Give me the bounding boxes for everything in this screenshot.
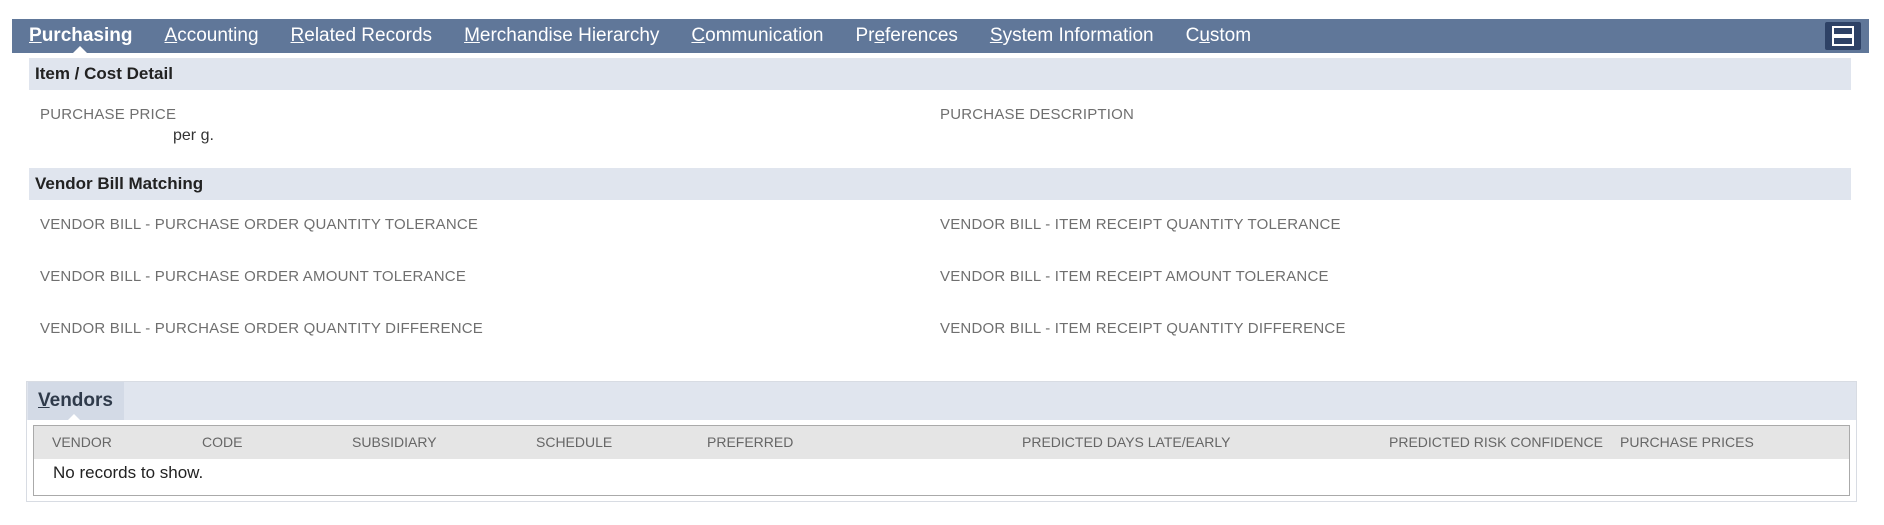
column-header-predicted-days-late-early[interactable]: PREDICTED DAYS LATE/EARLY bbox=[1022, 426, 1231, 459]
tab-purchasing[interactable]: Purchasing bbox=[12, 19, 149, 53]
tab-accounting[interactable]: Accounting bbox=[149, 19, 275, 53]
tab-preferences[interactable]: Preferences bbox=[839, 19, 973, 53]
tab-communication[interactable]: Communication bbox=[675, 19, 839, 53]
vendors-table: VENDOR CODE SUBSIDIARY SCHEDULE PREFERRE… bbox=[33, 425, 1850, 496]
column-header-code[interactable]: CODE bbox=[202, 426, 242, 459]
vb-po-amount-tolerance-label: VENDOR BILL - PURCHASE ORDER AMOUNT TOLE… bbox=[40, 268, 467, 285]
vb-ir-amount-tolerance-label: VENDOR BILL - ITEM RECEIPT AMOUNT TOLERA… bbox=[940, 268, 1329, 285]
tab-label-post: erchandise Hierarchy bbox=[479, 25, 660, 46]
layout-rows-icon bbox=[1832, 26, 1854, 46]
vendors-empty-message: No records to show. bbox=[53, 463, 204, 482]
tab-label-pre: C bbox=[1185, 25, 1200, 46]
tab-label-accesskey: u bbox=[1199, 25, 1210, 46]
vb-ir-quantity-tolerance-label: VENDOR BILL - ITEM RECEIPT QUANTITY TOLE… bbox=[940, 216, 1341, 233]
vendors-sublist-header bbox=[27, 382, 1856, 420]
tab-merchandise-hierarchy[interactable]: Merchandise Hierarchy bbox=[448, 19, 675, 53]
tab-label-accesskey: S bbox=[989, 25, 1003, 46]
tab-related-records[interactable]: Related Records bbox=[275, 19, 449, 53]
tab-label-accesskey: C bbox=[691, 25, 706, 46]
tab-label-post: ommunication bbox=[705, 25, 824, 46]
tab-label-accesskey: V bbox=[38, 390, 50, 411]
vb-po-quantity-tolerance-label: VENDOR BILL - PURCHASE ORDER QUANTITY TO… bbox=[40, 216, 479, 233]
purchase-price-label: PURCHASE PRICE bbox=[40, 106, 177, 123]
tab-vendors[interactable]: Vendors bbox=[28, 382, 124, 420]
tab-label-post: stom bbox=[1209, 25, 1252, 46]
column-header-purchase-prices[interactable]: PURCHASE PRICES bbox=[1620, 426, 1754, 459]
tab-label-post: elated Records bbox=[304, 25, 433, 46]
tab-label-accesskey: M bbox=[464, 25, 480, 46]
column-header-subsidiary[interactable]: SUBSIDIARY bbox=[352, 426, 437, 459]
tab-label-post: urchasing bbox=[41, 25, 133, 46]
tab-label-accesskey: A bbox=[164, 25, 178, 46]
vb-ir-quantity-difference-label: VENDOR BILL - ITEM RECEIPT QUANTITY DIFF… bbox=[940, 320, 1346, 337]
tab-label-accesskey: R bbox=[290, 25, 305, 46]
column-header-schedule[interactable]: SCHEDULE bbox=[536, 426, 612, 459]
purchase-price-unit: per g. bbox=[173, 127, 214, 144]
subtab-bar: Purchasing Accounting Related Records Me… bbox=[12, 19, 1869, 53]
purchase-description-label: PURCHASE DESCRIPTION bbox=[940, 106, 1135, 123]
subtab-layout-toggle-button[interactable] bbox=[1825, 22, 1861, 50]
section-header-item-cost-detail: Item / Cost Detail bbox=[29, 58, 1851, 90]
column-header-predicted-risk-confidence[interactable]: PREDICTED RISK CONFIDENCE bbox=[1389, 426, 1603, 459]
column-header-preferred[interactable]: PREFERRED bbox=[707, 426, 793, 459]
tab-label-post: endors bbox=[49, 390, 113, 411]
tab-system-information[interactable]: System Information bbox=[974, 19, 1170, 53]
tab-label-post: ferences bbox=[885, 25, 958, 46]
tab-label-pre: Pr bbox=[855, 25, 875, 46]
tab-custom[interactable]: Custom bbox=[1170, 19, 1268, 53]
tab-label-post: ystem Information bbox=[1002, 25, 1154, 46]
tab-label-accesskey: P bbox=[29, 25, 42, 46]
section-header-vendor-bill-matching: Vendor Bill Matching bbox=[29, 168, 1851, 200]
vendors-sublist: Vendors VENDOR CODE SUBSIDIARY SCHEDULE … bbox=[26, 381, 1857, 502]
vb-po-quantity-difference-label: VENDOR BILL - PURCHASE ORDER QUANTITY DI… bbox=[40, 320, 483, 337]
column-header-vendor[interactable]: VENDOR bbox=[52, 426, 112, 459]
tab-label-post: ccounting bbox=[177, 25, 259, 46]
tab-label-accesskey: e bbox=[874, 25, 886, 46]
vendors-table-header: VENDOR CODE SUBSIDIARY SCHEDULE PREFERRE… bbox=[34, 426, 1849, 459]
